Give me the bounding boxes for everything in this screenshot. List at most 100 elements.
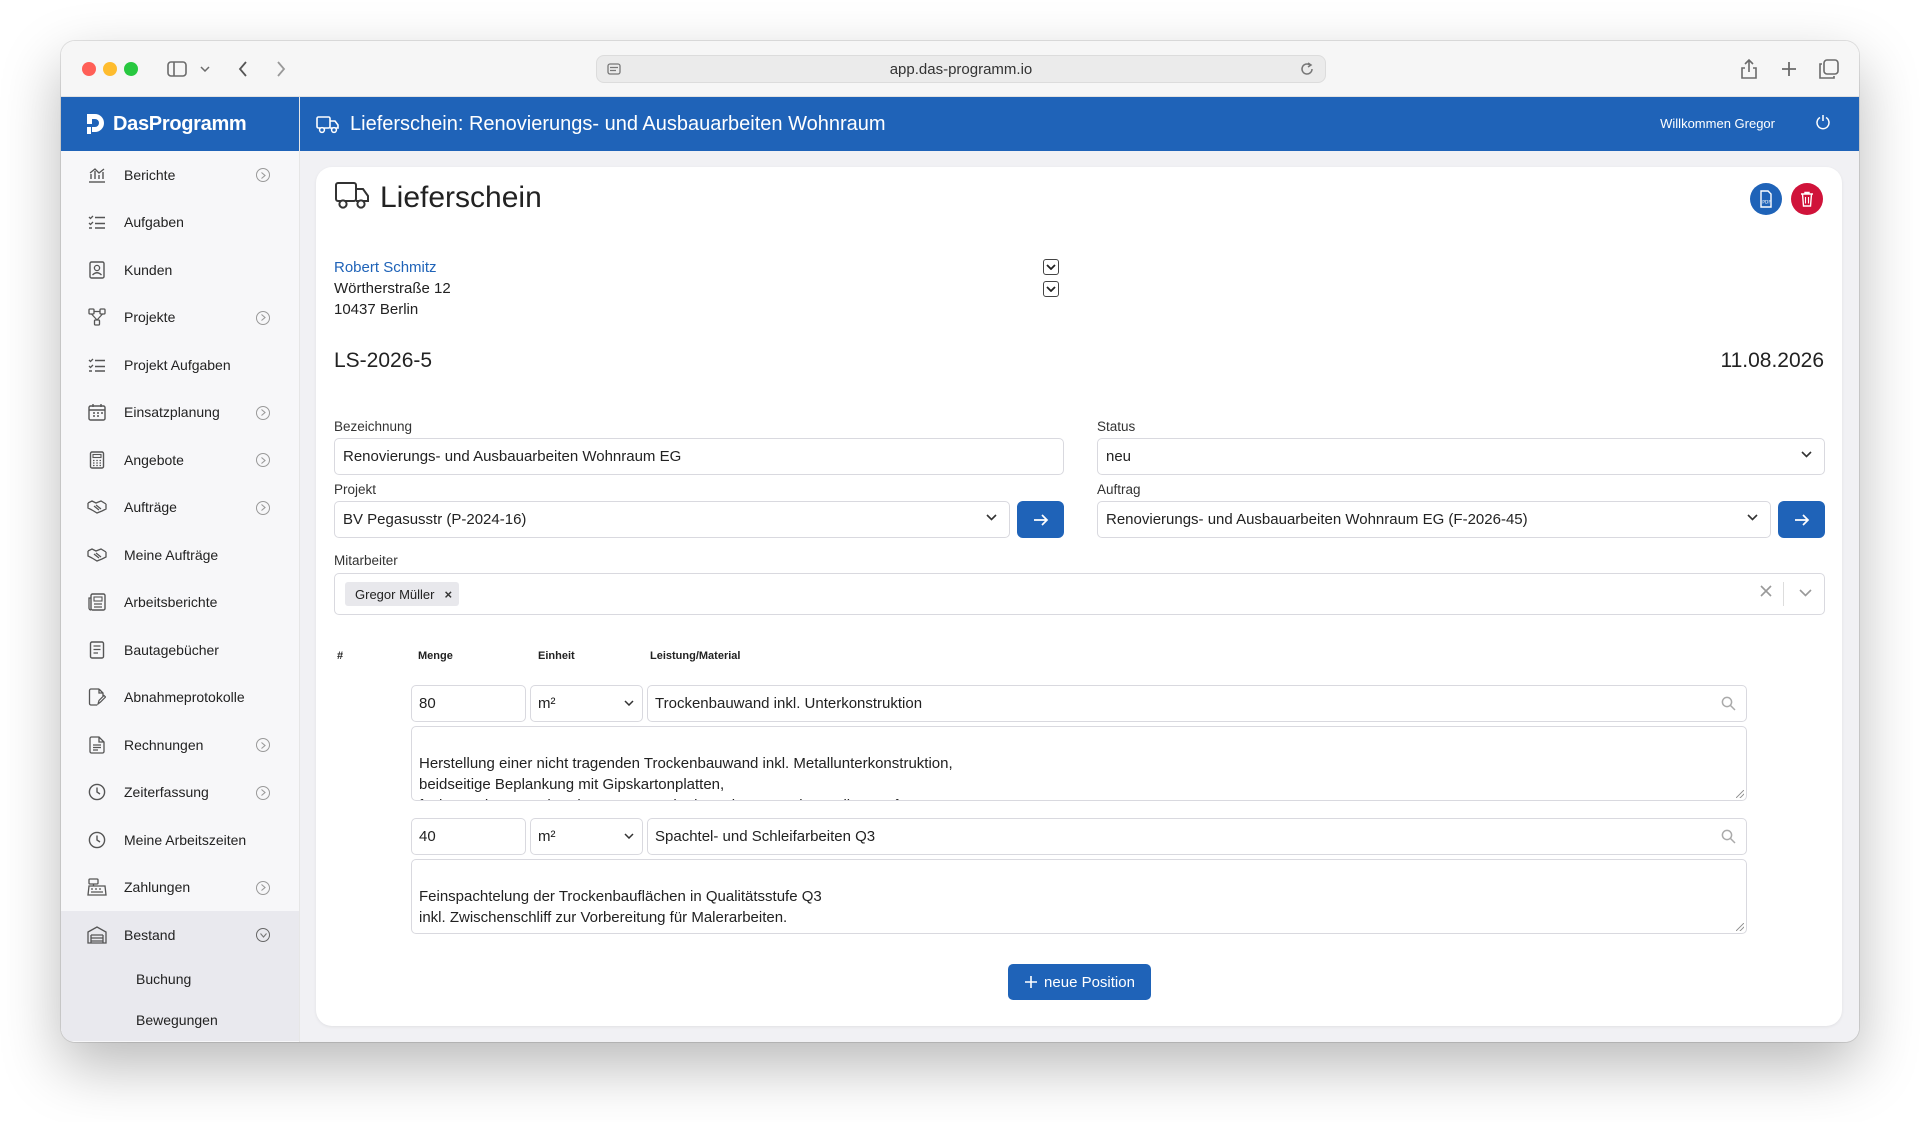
sidebar-item-label: Abnahmeprotokolle (124, 689, 245, 706)
chevron-right-icon[interactable] (256, 405, 270, 420)
multiselect-divider (1783, 582, 1784, 606)
clock-icon (87, 830, 107, 850)
sidebar-item-label: Kunden (124, 261, 173, 278)
sidebar-item-bestand[interactable]: Bestand (61, 911, 299, 959)
sidebar-item-zahlungen[interactable]: Zahlungen (61, 864, 299, 912)
bezeichnung-input[interactable]: Renovierungs- und Ausbauarbeiten Wohnrau… (334, 438, 1064, 475)
chevron-down-icon[interactable] (256, 928, 270, 942)
sidebar-item-projekte[interactable]: Projekte (61, 294, 299, 342)
chevron-down-icon (1801, 451, 1812, 458)
search-icon[interactable] (1721, 696, 1736, 711)
position-1-einheit-select[interactable]: m² (530, 685, 643, 722)
new-tab-icon[interactable] (1777, 55, 1801, 83)
position-2-leistung-input[interactable]: Spachtel- und Schleifarbeiten Q3 (647, 818, 1747, 855)
address-bar[interactable]: app.das-programm.io (596, 55, 1326, 83)
position-2-menge: 40 (419, 828, 436, 845)
position-2-einheit-select[interactable]: m² (530, 818, 643, 855)
sidebar-item-arbeitsberichte[interactable]: Arbeitsberichte (61, 579, 299, 627)
resize-handle-icon[interactable] (1736, 790, 1744, 798)
network-icon (87, 307, 107, 327)
register-icon (87, 877, 107, 897)
auftrag-select[interactable]: Renovierungs- und Ausbauarbeiten Wohnrau… (1097, 501, 1771, 538)
calculator-icon (87, 450, 107, 470)
sidebar-item-label: Aufgaben (124, 214, 184, 231)
position-2-menge-input[interactable]: 40 (411, 818, 526, 855)
position-1-leistung-input[interactable]: Trockenbauwand inkl. Unterkonstruktion (647, 685, 1747, 722)
minimize-window-button[interactable] (103, 62, 117, 76)
status-select[interactable]: neu (1097, 438, 1825, 475)
power-icon[interactable] (1815, 114, 1831, 130)
projekt-select[interactable]: BV Pegasusstr (P-2024-16) (334, 501, 1010, 538)
clear-selection-icon[interactable] (1760, 585, 1772, 597)
arrow-right-icon (1033, 513, 1048, 526)
status-label: Status (1097, 419, 1136, 434)
add-position-label: neue Position (1044, 973, 1135, 991)
book-icon (87, 640, 107, 660)
checklist-icon (87, 212, 107, 232)
sidebar-toggle-icon[interactable] (165, 55, 189, 83)
resize-handle-icon[interactable] (1736, 923, 1744, 931)
site-settings-icon[interactable] (607, 62, 621, 80)
sidebar-item-abnahmeprotokolle[interactable]: Abnahmeprotokolle (61, 674, 299, 722)
open-auftrag-button[interactable] (1778, 501, 1825, 538)
bezeichnung-label: Bezeichnung (334, 419, 413, 434)
add-position-button[interactable]: neue Position (1008, 964, 1151, 1000)
back-icon[interactable] (233, 55, 253, 83)
sidebar-item-einsatzplanung[interactable]: Einsatzplanung (61, 389, 299, 437)
close-window-button[interactable] (82, 62, 96, 76)
sidebar-item-label: Meine Aufträge (124, 546, 219, 563)
sidebar: DasProgramm Berichte Aufgaben Kunden Projek… (61, 97, 300, 1042)
chevron-right-icon[interactable] (256, 453, 270, 467)
forward-icon[interactable] (271, 55, 291, 83)
header-title: Lieferschein: Renovierungs- und Ausbauar… (350, 112, 886, 135)
sidebar-item-rechnungen[interactable]: Rechnungen (61, 721, 299, 769)
chevron-right-icon[interactable] (256, 168, 270, 182)
reload-icon[interactable] (1299, 61, 1315, 81)
chevron-down-icon[interactable] (199, 55, 211, 83)
position-1-beschreibung-textarea[interactable]: Herstellung einer nicht tragenden Trocke… (411, 726, 1747, 801)
document-card: Lieferschein PDF Robert Schmitz Wörthers… (316, 167, 1842, 1026)
remove-tag-icon[interactable]: × (444, 587, 452, 602)
chevron-right-icon[interactable] (256, 310, 270, 325)
chevron-right-icon[interactable] (256, 738, 270, 752)
logo-icon (87, 114, 104, 134)
sidebar-item-zeiterfassung[interactable]: Zeiterfassung (61, 769, 299, 817)
chevron-right-icon[interactable] (256, 880, 270, 895)
sidebar-subitem-buchung[interactable]: Buchung (61, 958, 299, 1000)
sidebar-item-aufträge[interactable]: Aufträge (61, 484, 299, 532)
sidebar-item-angebote[interactable]: Angebote (61, 436, 299, 484)
sidebar-item-meine-arbeitszeiten[interactable]: Meine Arbeitszeiten (61, 816, 299, 864)
customer-name-link[interactable]: Robert Schmitz (334, 259, 437, 276)
pdf-button[interactable]: PDF (1750, 183, 1782, 215)
browser-toolbar: app.das-programm.io (61, 41, 1859, 97)
chevron-right-icon[interactable] (256, 785, 270, 800)
sidebar-item-projekt-aufgaben[interactable]: Projekt Aufgaben (61, 341, 299, 389)
mitarbeiter-multiselect[interactable]: Gregor Müller × (334, 573, 1825, 615)
sidebar-nav: Berichte Aufgaben Kunden Projekte Projekt Au… (61, 151, 299, 1041)
customer-select-chevron-icon[interactable] (1043, 259, 1059, 275)
truck-icon (334, 179, 370, 216)
position-2-beschreibung-textarea[interactable]: Feinspachtelung der Trockenbauflächen in… (411, 859, 1747, 934)
delete-button[interactable] (1791, 183, 1823, 215)
column-header-leistung: Leistung/Material (650, 650, 741, 662)
sidebar-item-aufgaben[interactable]: Aufgaben (61, 199, 299, 247)
brand-logo[interactable]: DasProgramm (61, 97, 299, 151)
sidebar-subitem-bewegungen[interactable]: Bewegungen (61, 999, 299, 1041)
sidebar-item-berichte[interactable]: Berichte (61, 151, 299, 199)
open-projekt-button[interactable] (1017, 501, 1064, 538)
position-2-leistung: Spachtel- und Schleifarbeiten Q3 (655, 828, 876, 845)
checklist-icon (87, 355, 107, 375)
sidebar-item-bautagebücher[interactable]: Bautagebücher (61, 626, 299, 674)
position-1-menge-input[interactable]: 80 (411, 685, 526, 722)
invoice-icon (87, 735, 107, 755)
address-select-chevron-icon[interactable] (1043, 281, 1059, 297)
document-title: Lieferschein (380, 180, 542, 214)
sidebar-item-meine-aufträge[interactable]: Meine Aufträge (61, 531, 299, 579)
share-icon[interactable] (1737, 55, 1761, 83)
sidebar-item-kunden[interactable]: Kunden (61, 246, 299, 294)
chevron-down-icon[interactable] (1799, 589, 1812, 597)
chevron-right-icon[interactable] (256, 500, 270, 515)
search-icon[interactable] (1721, 829, 1736, 844)
zoom-window-button[interactable] (124, 62, 138, 76)
tab-overview-icon[interactable] (1817, 55, 1841, 83)
